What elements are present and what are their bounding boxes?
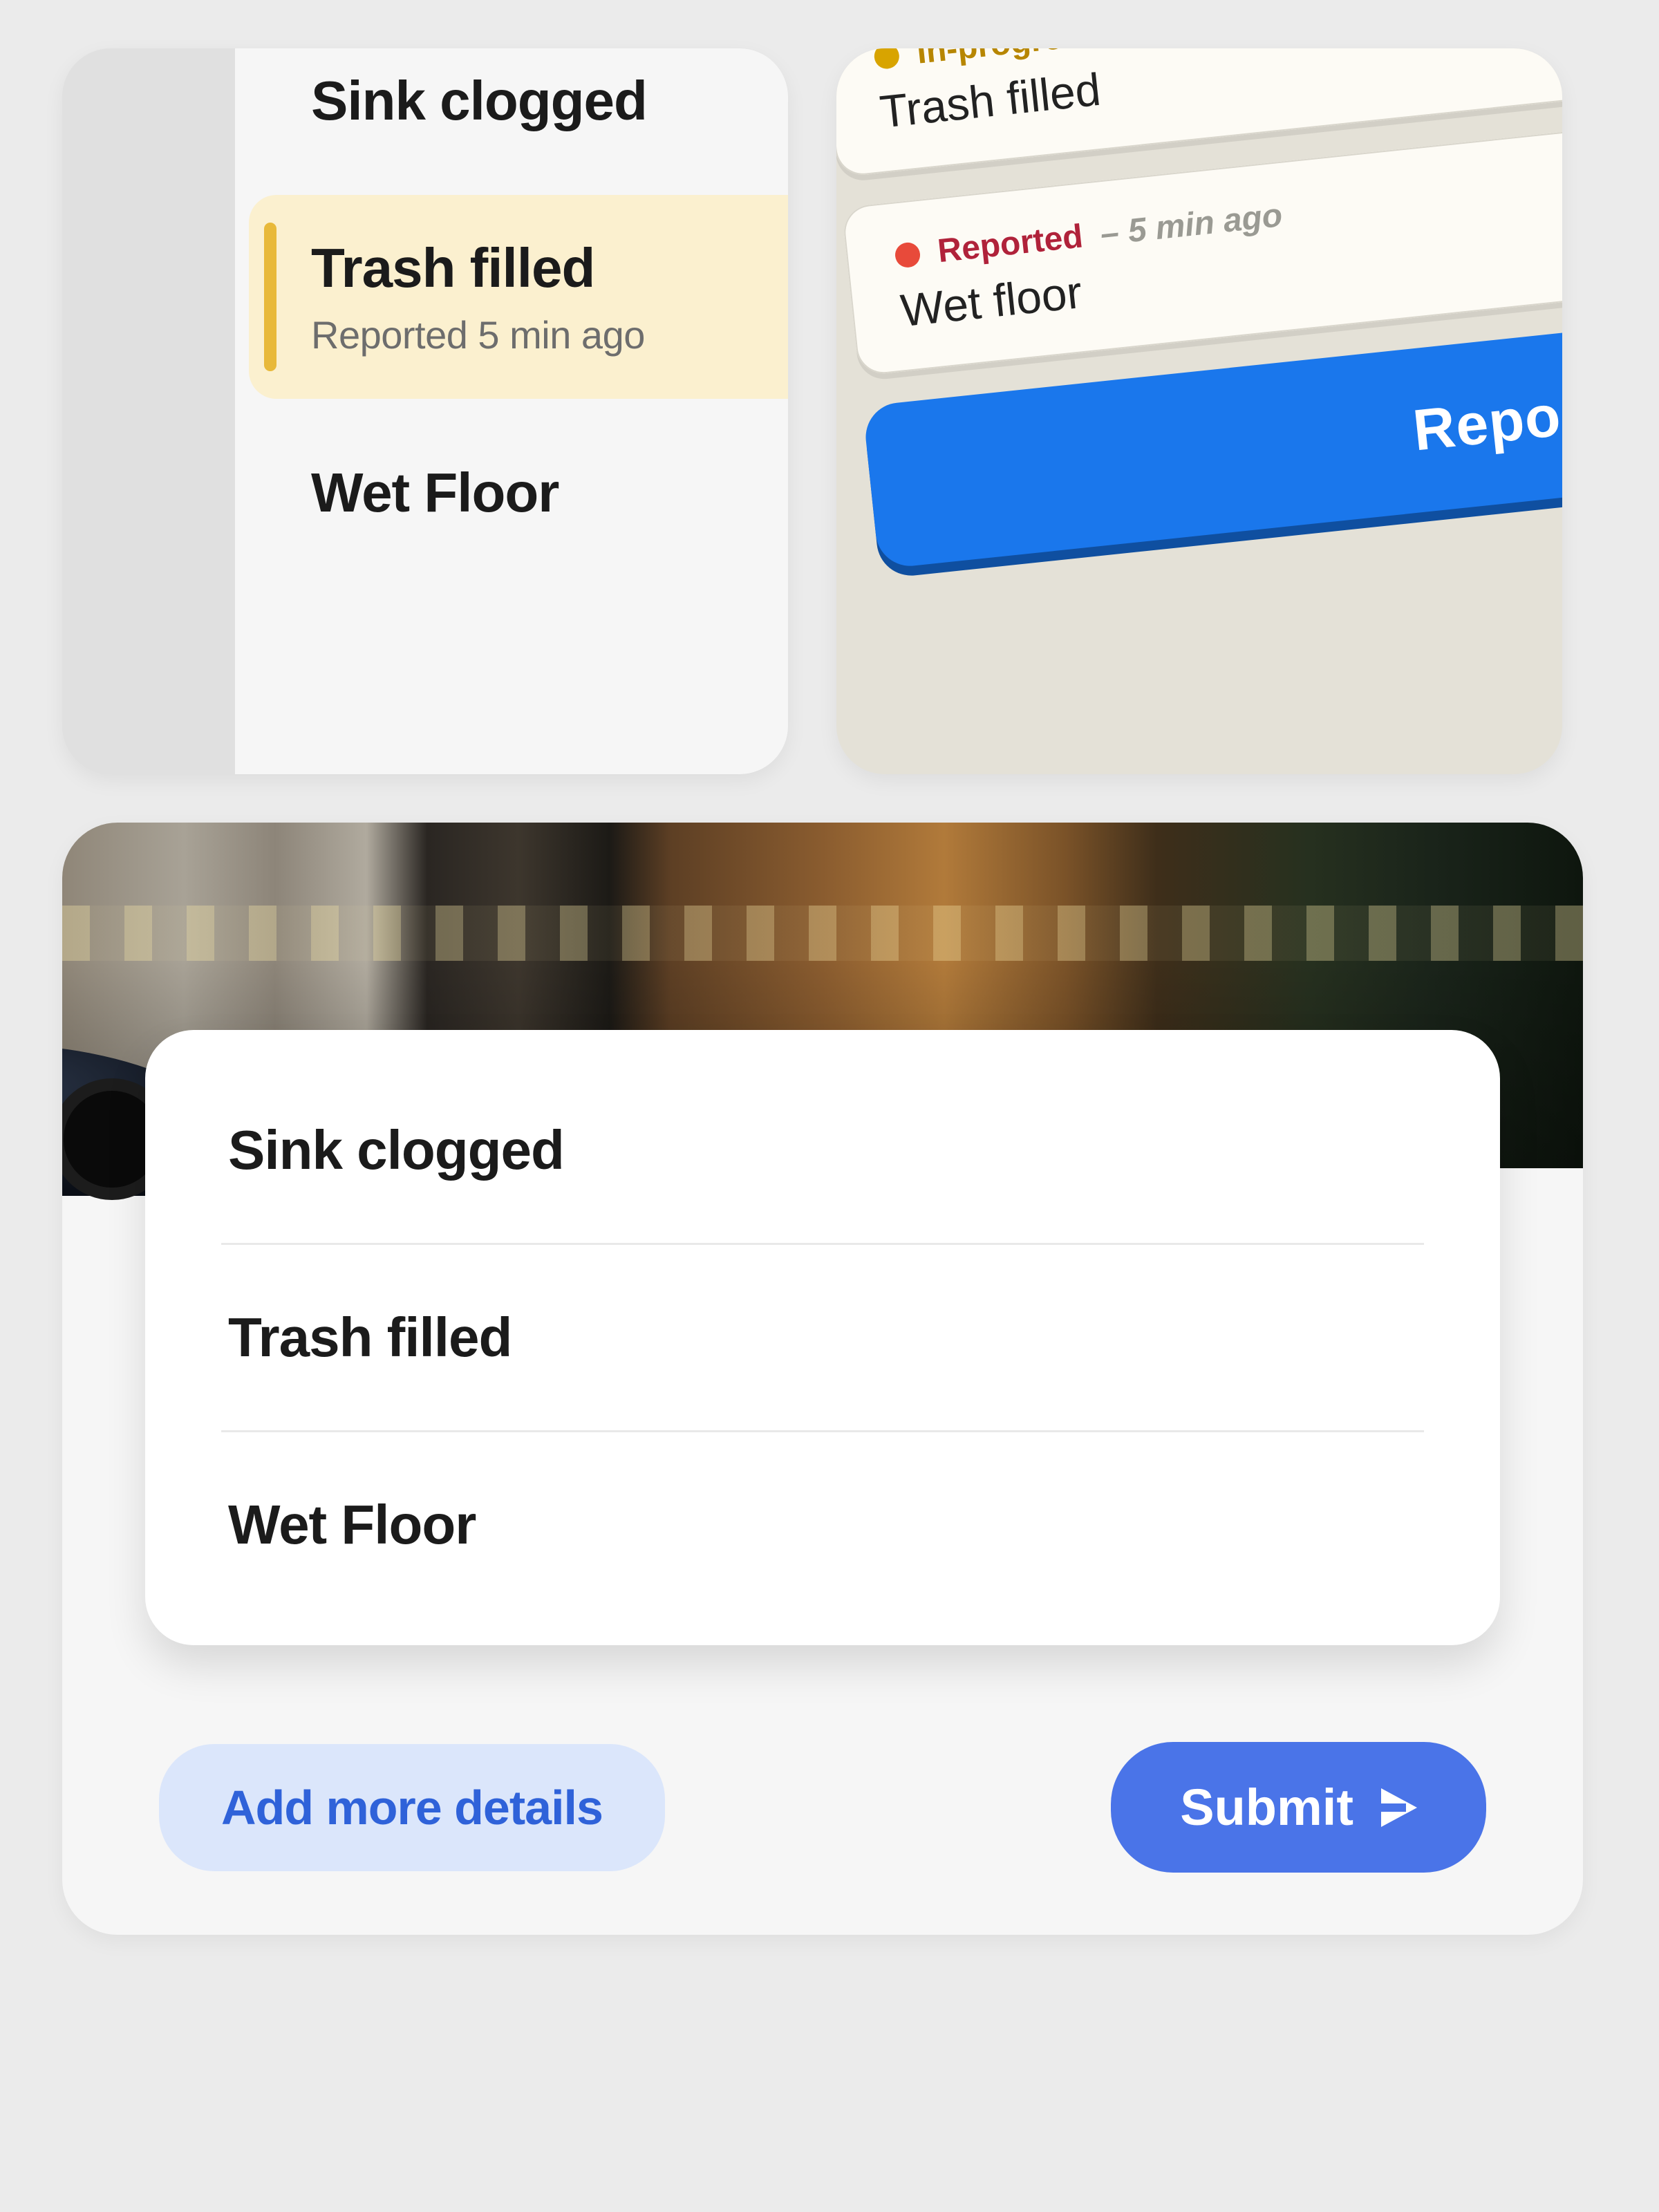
add-more-details-label: Add more details [221, 1781, 603, 1835]
issue-status-preview-card: In-progress Trash filled Reported – 5 mi… [836, 48, 1562, 774]
status-dot-icon [873, 48, 901, 70]
issue-option-sink-clogged[interactable]: Sink clogged [221, 1058, 1424, 1243]
issue-option-label: Sink clogged [228, 1119, 564, 1181]
status-timestamp: – 5 min ago [1098, 196, 1284, 253]
issue-option-label: Wet Floor [311, 462, 559, 523]
status-label: Reported [936, 217, 1085, 270]
issue-option-label: Wet Floor [228, 1494, 476, 1555]
send-icon [1381, 1788, 1417, 1827]
issue-option-wet-floor[interactable]: Wet Floor [221, 1430, 1424, 1618]
submit-button-label: Submit [1180, 1778, 1353, 1837]
issue-option-trash-filled[interactable]: Trash filled [221, 1243, 1424, 1430]
issue-option-label: Sink clogged [311, 70, 647, 131]
issue-option-wet-floor[interactable]: Wet Floor [235, 420, 788, 566]
issue-options-sheet: Sink clogged Trash filled Wet Floor [145, 1030, 1500, 1645]
issue-option-label: Trash filled [311, 237, 594, 299]
issue-option-subtitle: Reported 5 min ago [311, 312, 788, 357]
issue-picker-preview-card: Sink clogged Trash filled Reported 5 min… [62, 48, 788, 774]
status-dot-icon [894, 241, 921, 269]
submit-button[interactable]: Submit [1111, 1742, 1486, 1873]
issue-picker-list: Sink clogged Trash filled Reported 5 min… [235, 48, 788, 774]
add-more-details-button[interactable]: Add more details [159, 1744, 665, 1871]
report-issue-form-card: Sink clogged Trash filled Wet Floor Add … [62, 823, 1583, 1935]
report-issue-button-label: Report Issue [1410, 361, 1562, 463]
issue-option-label: Trash filled [228, 1306, 512, 1368]
issue-option-sink-clogged[interactable]: Sink clogged [235, 48, 788, 174]
issue-option-trash-filled[interactable]: Trash filled Reported 5 min ago [249, 195, 788, 399]
